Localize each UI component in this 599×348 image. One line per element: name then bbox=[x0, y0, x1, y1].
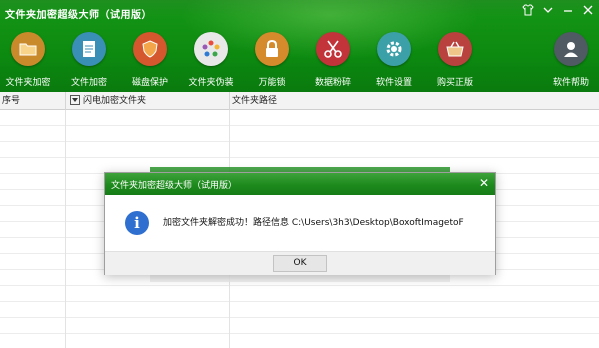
toolbar-label: 文件加密 bbox=[70, 78, 107, 88]
column-divider bbox=[65, 110, 66, 348]
shield-icon bbox=[133, 32, 167, 66]
column-header-folder[interactable]: 闪电加密文件夹 bbox=[66, 92, 230, 110]
dialog-close-icon[interactable]: ✕ bbox=[479, 176, 489, 190]
toolbar-label: 数据粉碎 bbox=[314, 78, 351, 88]
ok-button[interactable]: OK bbox=[273, 255, 327, 272]
toolbar-buy-button[interactable]: 购买正版 bbox=[425, 32, 485, 88]
toolbar-label: 文件夹伪装 bbox=[188, 78, 234, 88]
skin-icon[interactable] bbox=[521, 4, 535, 18]
toolbar-file-encrypt-button[interactable]: 文件加密 bbox=[59, 32, 119, 88]
close-icon[interactable] bbox=[581, 4, 595, 18]
app-title: 文件夹加密超级大师（试用版） bbox=[5, 10, 152, 21]
window-controls bbox=[521, 4, 595, 18]
toolbar-label: 万能锁 bbox=[258, 78, 286, 88]
main-toolbar: 文件夹加密 文件加密 磁盘保护 文件夹伪装 万能锁 数据粉碎 软件设置 购买正版… bbox=[0, 32, 599, 90]
folder-lock-icon bbox=[11, 32, 45, 66]
column-header-path[interactable]: 文件夹路径 bbox=[230, 92, 599, 110]
message-dialog: 文件夹加密超级大师（试用版） ✕ i 加密文件夹解密成功！路径信息 C:\Use… bbox=[104, 172, 496, 275]
scissors-icon bbox=[316, 32, 350, 66]
toolbar-label: 软件设置 bbox=[375, 78, 412, 88]
user-icon bbox=[554, 32, 588, 66]
header-checkbox[interactable] bbox=[70, 94, 80, 105]
menu-icon[interactable] bbox=[541, 4, 555, 18]
toolbar-folder-disguise-button[interactable]: 文件夹伪装 bbox=[181, 32, 241, 88]
list-header: 序号 闪电加密文件夹 文件夹路径 bbox=[0, 92, 599, 110]
padlock-icon bbox=[255, 32, 289, 66]
toolbar-settings-button[interactable]: 软件设置 bbox=[364, 32, 424, 88]
toolbar-folder-encrypt-button[interactable]: 文件夹加密 bbox=[0, 32, 58, 88]
toolbar-help-button[interactable]: 软件帮助 bbox=[541, 32, 599, 88]
toolbar-label: 购买正版 bbox=[436, 78, 473, 88]
toolbar-universal-lock-button[interactable]: 万能锁 bbox=[242, 32, 302, 88]
column-header-folder-label: 闪电加密文件夹 bbox=[83, 96, 147, 106]
toolbar-label: 磁盘保护 bbox=[131, 78, 168, 88]
dialog-message: 加密文件夹解密成功！路径信息 C:\Users\3h3\Desktop\Boxo… bbox=[163, 218, 464, 228]
column-header-index[interactable]: 序号 bbox=[0, 92, 66, 110]
palette-icon bbox=[194, 32, 228, 66]
dialog-title: 文件夹加密超级大师（试用版） bbox=[111, 181, 238, 191]
toolbar-data-shred-button[interactable]: 数据粉碎 bbox=[303, 32, 363, 88]
toolbar-label: 软件帮助 bbox=[552, 78, 589, 88]
gear-icon bbox=[377, 32, 411, 66]
dialog-footer: OK bbox=[105, 251, 495, 275]
toolbar-label: 文件夹加密 bbox=[5, 78, 51, 88]
dialog-titlebar[interactable]: 文件夹加密超级大师（试用版） ✕ bbox=[105, 173, 495, 195]
toolbar-disk-protect-button[interactable]: 磁盘保护 bbox=[120, 32, 180, 88]
info-icon: i bbox=[125, 211, 149, 235]
minimize-icon[interactable] bbox=[561, 4, 575, 18]
basket-icon bbox=[438, 32, 472, 66]
file-lock-icon bbox=[72, 32, 106, 66]
title-toolbar-band: 文件夹加密超级大师（试用版） 文件夹加密 文件加密 磁盘保护 文件夹伪装 万能锁… bbox=[0, 0, 599, 92]
dialog-body: i 加密文件夹解密成功！路径信息 C:\Users\3h3\Desktop\Bo… bbox=[105, 195, 495, 251]
